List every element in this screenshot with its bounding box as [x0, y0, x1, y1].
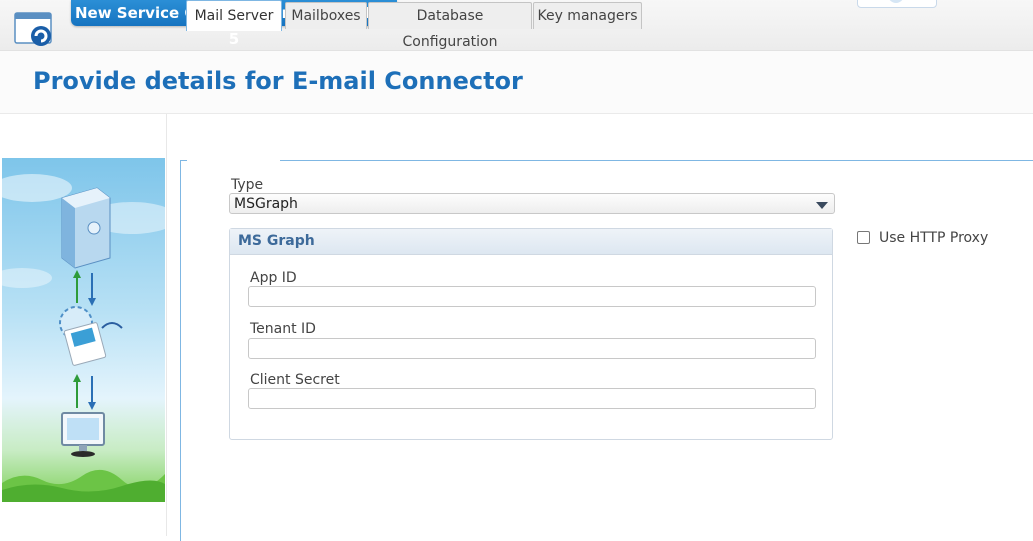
illustration	[2, 158, 165, 502]
server-to-client-email-icon	[2, 174, 165, 502]
client-secret-label: Client Secret	[250, 372, 340, 388]
monitor-icon	[61, 412, 105, 457]
top-widget[interactable]	[857, 0, 937, 8]
type-select[interactable]: MSGraph	[229, 193, 835, 214]
type-label: Type	[231, 177, 264, 193]
tab-mailboxes[interactable]: Mailboxes	[285, 2, 367, 29]
chevron-down-icon[interactable]	[816, 202, 828, 209]
page-title: Provide details for E-mail Connector	[33, 67, 523, 95]
use-http-proxy-label[interactable]: Use HTTP Proxy	[879, 230, 988, 246]
client-secret-field[interactable]	[248, 388, 816, 409]
email-gear-icon	[59, 306, 123, 366]
type-select-value: MSGraph	[234, 196, 298, 212]
active-tab-gap	[187, 159, 280, 162]
server-icon	[61, 187, 111, 269]
tenant-id-field[interactable]	[248, 338, 816, 359]
wizard-app-icon	[14, 12, 52, 46]
tab-database-configuration[interactable]: Database Configuration	[368, 2, 532, 50]
tab-mail-server[interactable]: Mail Server	[186, 0, 282, 31]
app-id-field[interactable]	[248, 286, 816, 307]
group-header: MS Graph	[230, 229, 832, 255]
tab-key-managers[interactable]: Key managers	[533, 2, 642, 29]
tenant-id-label: Tenant ID	[250, 321, 316, 337]
app-id-label: App ID	[250, 270, 297, 286]
use-http-proxy-checkbox[interactable]	[857, 231, 870, 244]
